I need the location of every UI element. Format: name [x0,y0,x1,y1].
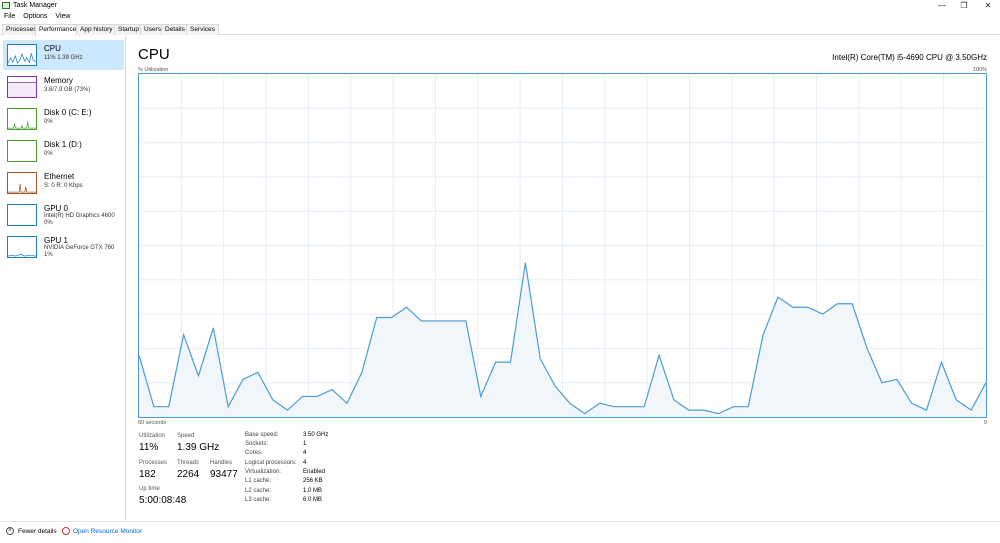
sidebar-item-label: Memory [44,76,73,85]
sidebar-item-gpu-0[interactable]: GPU 0 Intel(R) HD Graphics 4600 0% [3,200,124,230]
handles-value: 93477 [210,469,238,480]
utilization-label: Utilization [139,433,166,439]
sidebar-item-detail: 3.8/7.9 GB (73%) [44,87,91,93]
sidebar-item-label: GPU 1 [44,236,69,245]
performance-sidebar: CPU 11% 1.39 GHz Memory 3.8/7.9 GB (73%)… [0,36,126,520]
info-key: L3 cache: [245,497,272,503]
info-key: Virtualization: [245,469,281,475]
sidebar-item-detail: 0% [44,220,53,226]
sidebar-item-detail: Intel(R) HD Graphics 4600 [44,213,115,219]
gpu-0-thumbnail-graph [7,204,37,226]
processes-label: Processes [139,460,168,466]
info-key: Cores: [245,450,263,456]
info-value: 1 [303,441,307,447]
info-value: 6.0 MB [303,497,323,503]
menu-bar: File Options View [0,12,74,22]
cpu-utilization-graph [138,73,987,418]
graph-time-end-label: 0 [984,420,988,426]
speed-value: 1.39 GHz [177,442,220,453]
sidebar-item-label: Disk 0 (C: E:) [44,108,92,117]
menu-file[interactable]: File [0,12,19,22]
tab-details[interactable]: Details [161,24,189,35]
sidebar-item-detail: 11% 1.39 GHz [44,55,83,61]
sidebar-item-gpu-1[interactable]: GPU 1 NVIDIA GeForce GTX 760 1% [3,232,124,262]
info-key: L2 cache: [245,488,272,494]
sidebar-item-label: Ethernet [44,172,75,181]
threads-value: 2264 [177,469,200,480]
tab-app-history[interactable]: App history [76,24,117,35]
sidebar-item-detail: 0% [44,151,53,157]
processes-value: 182 [139,469,156,480]
task-manager-app-icon [2,2,10,9]
sidebar-item-disk-0[interactable]: Disk 0 (C: E:) 0% [3,104,124,134]
info-key: Logical processors: [245,460,297,466]
tab-startup[interactable]: Startup [114,24,143,35]
menu-options[interactable]: Options [19,12,51,22]
footer-bar: ˄ Fewer details Open Resource Monitor [0,521,1000,543]
open-resource-monitor-link[interactable]: Open Resource Monitor [73,528,142,535]
speed-label: Speed [177,433,195,439]
info-key: Sockets: [245,441,269,447]
info-value: 4 [303,460,307,466]
cpu-model-name: Intel(R) Core(TM) i5-4690 CPU @ 3.50GHz [832,53,987,62]
disk-0-thumbnail-graph [7,108,37,130]
info-key: L1 cache: [245,478,272,484]
sidebar-item-cpu[interactable]: CPU 11% 1.39 GHz [3,40,124,70]
tab-strip: Processes Performance App history Startu… [0,24,1000,36]
sidebar-item-label: GPU 0 [44,204,69,213]
sidebar-item-disk-1[interactable]: Disk 1 (D:) 0% [3,136,124,166]
uptime-value: 5:00:08:48 [139,495,187,506]
info-key: Base speed: [245,432,279,438]
utilization-value: 11% [139,442,159,453]
menu-view[interactable]: View [51,12,74,22]
sidebar-item-ethernet[interactable]: Ethernet S: 0 R: 0 Kbps [3,168,124,198]
fewer-details-link[interactable]: Fewer details [18,528,57,535]
info-value: 256 KB [303,478,323,484]
window-title: Task Manager [13,2,57,9]
info-value: 3.50 GHz [303,432,329,438]
tab-performance[interactable]: Performance [35,24,81,36]
title-bar: Task Manager — ❐ ✕ [0,0,1000,12]
info-value: 4 [303,450,307,456]
info-value: 1.0 MB [303,488,323,494]
sidebar-item-detail: 0% [44,119,53,125]
cpu-thumbnail-graph [7,44,37,66]
chevron-up-icon[interactable]: ˄ [6,527,14,535]
uptime-label: Up time [139,486,160,492]
sidebar-item-detail: NVIDIA GeForce GTX 760 [44,245,115,251]
disk-1-thumbnail-graph [7,140,37,162]
close-button[interactable]: ✕ [974,0,1000,12]
sidebar-item-label: CPU [44,44,61,53]
resource-monitor-icon [62,527,70,535]
ethernet-thumbnail-graph [7,172,37,194]
tab-services[interactable]: Services [186,24,219,35]
memory-thumbnail-graph [7,76,37,98]
sidebar-item-detail: S: 0 R: 0 Kbps [44,183,83,189]
threads-label: Threads [177,460,200,466]
sidebar-item-memory[interactable]: Memory 3.8/7.9 GB (73%) [3,72,124,102]
page-title: CPU [138,46,170,63]
sidebar-item-detail: 1% [44,252,53,258]
gpu-1-thumbnail-graph [7,236,37,258]
graph-time-label: 60 seconds [138,420,167,426]
sidebar-item-label: Disk 1 (D:) [44,140,82,149]
handles-label: Handles [210,460,233,466]
info-value: Enabled [303,469,326,475]
